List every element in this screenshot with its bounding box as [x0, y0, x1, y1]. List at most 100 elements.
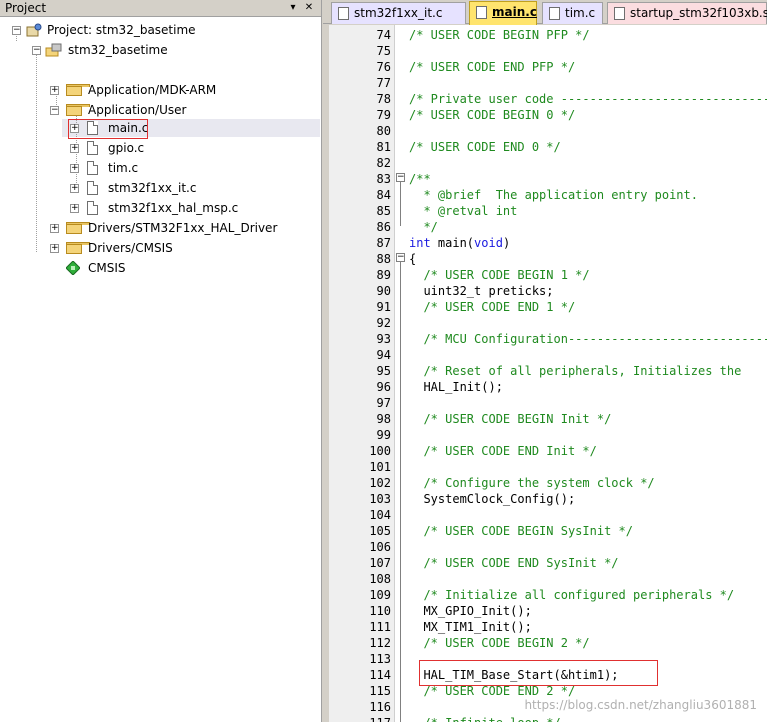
code-line[interactable]: MX_TIM1_Init();	[409, 619, 531, 635]
line-number: 106	[369, 540, 391, 554]
line-number: 107	[369, 556, 391, 570]
line-number: 112	[369, 636, 391, 650]
tree-target[interactable]: − stm32_basetime	[30, 41, 320, 59]
expand-icon[interactable]: +	[50, 86, 59, 95]
code-line[interactable]: int main(void)	[409, 235, 510, 251]
line-number: 103	[369, 492, 391, 506]
close-icon[interactable]: ✕	[303, 2, 315, 14]
tree-group-drivers-hal[interactable]: + Drivers/STM32F1xx_HAL_Driver	[50, 219, 320, 237]
tree-group-label: Application/User	[88, 103, 187, 117]
code-line[interactable]: MX_GPIO_Init();	[409, 603, 531, 619]
tree-group-label: Drivers/CMSIS	[88, 241, 173, 255]
tree-file-stm32f1xx-hal-msp-c[interactable]: + stm32f1xx_hal_msp.c	[70, 199, 320, 217]
tab-label: stm32f1xx_it.c	[354, 6, 443, 20]
code-line[interactable]: /* USER CODE BEGIN PFP */	[409, 27, 590, 43]
code-line[interactable]: {	[409, 251, 416, 267]
tree-group-application-mdk-arm[interactable]: + Application/MDK-ARM	[50, 81, 320, 99]
line-number: 117	[329, 715, 391, 722]
tab-stm32f1xx-it-c[interactable]: stm32f1xx_it.c	[331, 2, 466, 24]
line-number: 99	[376, 428, 391, 442]
tree-group-application-user[interactable]: − Application/User	[50, 101, 320, 119]
tree-file-label: stm32f1xx_hal_msp.c	[108, 201, 239, 215]
code-line[interactable]: * @retval int	[409, 203, 517, 219]
code-line[interactable]: /* Reset of all peripherals, Initializes…	[409, 363, 741, 379]
tree-file-label: stm32f1xx_it.c	[108, 181, 197, 195]
line-number: 89	[376, 268, 391, 282]
line-number: 83	[376, 172, 391, 186]
fold-toggle-icon[interactable]: −	[396, 173, 405, 182]
line-number: 101	[369, 460, 391, 474]
line-number: 105	[369, 524, 391, 538]
c-file-icon	[87, 181, 98, 195]
code-line[interactable]: /* USER CODE END 0 */	[409, 139, 561, 155]
code-line[interactable]: SystemClock_Config();	[409, 491, 575, 507]
pin-icon[interactable]: ▾	[287, 2, 299, 14]
code-line[interactable]: /* USER CODE BEGIN 2 */	[409, 635, 589, 651]
expand-icon[interactable]: +	[70, 184, 79, 193]
tree-root-label: Project: stm32_basetime	[47, 23, 196, 37]
line-number: 77	[376, 76, 391, 90]
code-line[interactable]: /* Infinite loop */	[409, 715, 560, 722]
tree-file-stm32f1xx-it-c[interactable]: + stm32f1xx_it.c	[70, 179, 320, 197]
line-number: 95	[376, 364, 391, 378]
code-line[interactable]: */	[409, 219, 437, 235]
line-number: 88	[376, 252, 391, 266]
line-number: 114	[369, 668, 391, 682]
code-line[interactable]: /* USER CODE END SysInit */	[409, 555, 618, 571]
tree-component-label: CMSIS	[88, 261, 126, 275]
line-number: 116	[369, 700, 391, 714]
code-line[interactable]: HAL_Init();	[409, 379, 502, 395]
code-line[interactable]: /**	[409, 171, 431, 187]
c-file-icon	[476, 6, 487, 19]
code-line[interactable]: /* Configure the system clock */	[409, 475, 654, 491]
tab-main-c[interactable]: main.c	[469, 1, 537, 25]
code-line[interactable]: /* Initialize all configured peripherals…	[409, 587, 734, 603]
code-line[interactable]: /* USER CODE END 1 */	[409, 299, 575, 315]
collapse-icon[interactable]: −	[50, 106, 59, 115]
expand-icon[interactable]: +	[70, 164, 79, 173]
code-editor[interactable]: 74 /* USER CODE BEGIN PFP */ 75 76 /* USER C…	[329, 25, 767, 722]
folder-open-icon	[66, 104, 90, 116]
collapse-icon[interactable]: −	[12, 26, 21, 35]
tree-root-project[interactable]: − Project: stm32_basetime	[10, 21, 320, 39]
line-number: 98	[376, 412, 391, 426]
code-line[interactable]: /* USER CODE BEGIN 0 */	[409, 107, 575, 123]
tab-label: tim.c	[565, 6, 596, 20]
expand-icon[interactable]: +	[70, 204, 79, 213]
tree-group-drivers-cmsis[interactable]: + Drivers/CMSIS	[50, 239, 320, 257]
project-pane-header: Project ▾ ✕	[0, 0, 321, 17]
code-line[interactable]: uint32_t preticks;	[409, 283, 553, 299]
fold-toggle-icon[interactable]: −	[396, 253, 405, 262]
code-line[interactable]: /* Private user code -------------------…	[409, 91, 767, 107]
code-line[interactable]: /* USER CODE BEGIN SysInit */	[409, 523, 633, 539]
htim-start-annotation-box	[419, 660, 658, 686]
project-pane: Project ▾ ✕ − Project: stm32_basetime − …	[0, 0, 322, 722]
line-number: 74	[376, 28, 391, 42]
folder-icon	[66, 242, 90, 254]
line-number: 92	[376, 316, 391, 330]
tab-tim-c[interactable]: tim.c	[542, 2, 603, 24]
line-number: 84	[376, 188, 391, 202]
tree-group-label: Application/MDK-ARM	[88, 83, 217, 97]
code-line[interactable]: /* USER CODE END PFP */	[409, 59, 575, 75]
line-number: 104	[369, 508, 391, 522]
code-line[interactable]: /* USER CODE END Init */	[409, 443, 596, 459]
tab-startup-stm32f103xb-s[interactable]: startup_stm32f103xb.s	[607, 2, 767, 24]
line-number: 100	[369, 444, 391, 458]
expand-icon[interactable]: +	[50, 224, 59, 233]
line-number: 94	[376, 348, 391, 362]
collapse-icon[interactable]: −	[32, 46, 41, 55]
expand-icon[interactable]: +	[70, 144, 79, 153]
c-file-icon	[87, 201, 98, 215]
code-line[interactable]: /* USER CODE BEGIN 1 */	[409, 267, 589, 283]
code-line[interactable]: /* USER CODE BEGIN Init */	[409, 411, 611, 427]
project-icon	[26, 23, 42, 37]
editor-tab-bar: stm32f1xx_it.c main.c tim.c startup_stm3…	[323, 0, 767, 25]
expand-icon[interactable]: +	[50, 244, 59, 253]
code-line[interactable]: * @brief The application entry point.	[409, 187, 698, 203]
tree-component-cmsis[interactable]: CMSIS	[50, 259, 320, 277]
tree-file-tim-c[interactable]: + tim.c	[70, 159, 320, 177]
code-line[interactable]: /* MCU Configuration--------------------…	[409, 331, 767, 347]
fold-column	[395, 25, 407, 722]
tree-file-gpio-c[interactable]: + gpio.c	[70, 139, 320, 157]
